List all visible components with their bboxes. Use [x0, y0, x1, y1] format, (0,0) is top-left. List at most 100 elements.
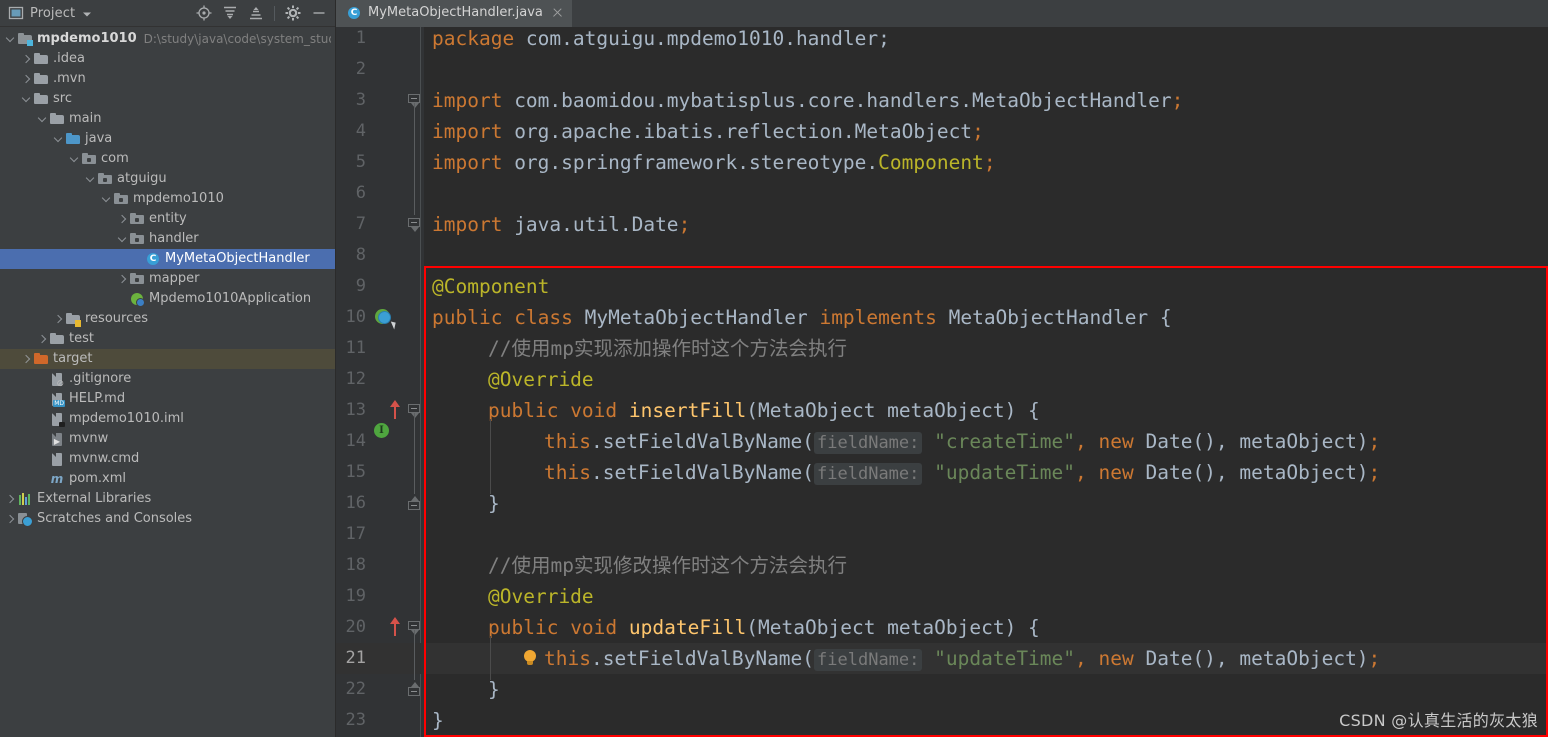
intention-bulb-icon[interactable]: [522, 650, 538, 668]
tree-item-mpdemo1010application[interactable]: Mpdemo1010Application: [0, 289, 335, 309]
tree-item-target[interactable]: target: [0, 349, 335, 369]
code-token: com.atguigu.mpdemo1010.handler;: [525, 27, 890, 50]
project-folder-icon: [17, 31, 33, 47]
tree-item-resources[interactable]: resources: [0, 309, 335, 329]
chevron-down-icon[interactable]: [84, 173, 97, 186]
code-line-23[interactable]: }: [432, 705, 444, 736]
tree-item-help-md[interactable]: MD HELP.md: [0, 389, 335, 409]
chevron-right-icon[interactable]: [36, 333, 49, 346]
tree-item-label: resources: [85, 311, 149, 326]
tree-item-entity[interactable]: entity: [0, 209, 335, 229]
tree-item-mvnw[interactable]: ▶ mvnw: [0, 429, 335, 449]
tree-item-mvnw-cmd[interactable]: mvnw.cmd: [0, 449, 335, 469]
package-icon: [113, 191, 129, 207]
chevron-right-icon[interactable]: [116, 273, 129, 286]
chevron-down-icon[interactable]: [4, 33, 17, 46]
override-method-icon[interactable]: I: [374, 422, 392, 440]
tree-item-main[interactable]: main: [0, 109, 335, 129]
implemented-method-icon[interactable]: [374, 308, 396, 330]
tree-item-atguigu[interactable]: atguigu: [0, 169, 335, 189]
minimize-icon[interactable]: [311, 5, 327, 21]
tree-item-mymetaobjecthandler[interactable]: C MyMetaObjectHandler: [0, 249, 335, 269]
project-tree[interactable]: mpdemo1010 D:\study\java\code\system_stud…: [0, 27, 335, 737]
expand-all-icon[interactable]: [222, 5, 238, 21]
tree-item-label: .gitignore: [69, 371, 132, 386]
line-number-1: 1: [355, 28, 366, 48]
locate-target-icon[interactable]: [196, 5, 212, 21]
tree-item-mpdemo1010-iml[interactable]: mpdemo1010.iml: [0, 409, 335, 429]
chevron-right-icon[interactable]: [52, 313, 65, 326]
tree-item-scratches-and-consoles[interactable]: Scratches and Consoles: [0, 509, 335, 529]
code-token: Component: [878, 151, 984, 174]
tree-item-handler[interactable]: handler: [0, 229, 335, 249]
tree-item-java[interactable]: java: [0, 129, 335, 149]
code-line-20[interactable]: public void updateFill(MetaObject metaOb…: [488, 612, 1040, 643]
code-line-15[interactable]: this.setFieldValByName(fieldName: "updat…: [544, 457, 1380, 488]
code-token: public: [488, 616, 571, 639]
code-fold-marker[interactable]: [408, 496, 421, 514]
tree-item-label: pom.xml: [69, 471, 126, 486]
close-icon[interactable]: [551, 6, 564, 19]
code-line-4[interactable]: import org.apache.ibatis.reflection.Meta…: [432, 116, 984, 147]
tree-no-arrow: [36, 393, 49, 406]
tree-item-mpdemo1010[interactable]: mpdemo1010: [0, 189, 335, 209]
code-line-11[interactable]: //使用mp实现添加操作时这个方法会执行: [488, 333, 847, 364]
code-line-13[interactable]: public void insertFill(MetaObject metaOb…: [488, 395, 1040, 426]
code-line-9[interactable]: @Component: [432, 271, 549, 302]
chevron-down-icon[interactable]: [100, 193, 113, 206]
code-token: MyMetaObjectHandler: [584, 306, 820, 329]
chevron-down-icon[interactable]: [20, 93, 33, 106]
chevron-right-icon[interactable]: [20, 73, 33, 86]
tree-item-mpdemo1010[interactable]: mpdemo1010 D:\study\java\code\system_stud…: [0, 29, 335, 49]
chevron-right-icon[interactable]: [20, 53, 33, 66]
project-view-icon: [8, 5, 24, 21]
editor-gutter[interactable]: 12345678910111213I14151617181920I212223: [336, 27, 424, 737]
external-libraries-icon: [17, 491, 33, 507]
code-line-19[interactable]: @Override: [488, 581, 594, 612]
tree-item-gitignore[interactable]: ⊘ .gitignore: [0, 369, 335, 389]
tree-item-src[interactable]: src: [0, 89, 335, 109]
tree-item-mapper[interactable]: mapper: [0, 269, 335, 289]
code-line-10[interactable]: public class MyMetaObjectHandler impleme…: [432, 302, 1172, 333]
tree-item-external-libraries[interactable]: External Libraries: [0, 489, 335, 509]
line-number-10: 10: [345, 307, 366, 327]
chevron-down-icon[interactable]: [116, 233, 129, 246]
line-number-23: 23: [345, 710, 366, 730]
package-icon: [97, 171, 113, 187]
chevron-down-icon[interactable]: [68, 153, 81, 166]
chevron-down-icon[interactable]: [81, 5, 93, 21]
code-fold-marker[interactable]: [408, 218, 421, 232]
code-line-14[interactable]: this.setFieldValByName(fieldName: "creat…: [544, 426, 1380, 457]
code-token: (MetaObject metaObject) {: [746, 399, 1040, 422]
code-line-3[interactable]: import com.baomidou.mybatisplus.core.han…: [432, 85, 1183, 116]
code-line-7[interactable]: import java.util.Date;: [432, 209, 690, 240]
editor-tab-mymetaobjecthandler[interactable]: C MyMetaObjectHandler.java: [336, 0, 572, 27]
chevron-down-icon[interactable]: [52, 133, 65, 146]
code-token: implements: [819, 306, 949, 329]
chevron-right-icon[interactable]: [4, 493, 17, 506]
code-token: "updateTime": [934, 461, 1076, 484]
code-line-18[interactable]: //使用mp实现修改操作时这个方法会执行: [488, 550, 847, 581]
code-content[interactable]: package com.atguigu.mpdemo1010.handler; i…: [424, 27, 1548, 737]
chevron-right-icon[interactable]: [116, 213, 129, 226]
chevron-right-icon[interactable]: [4, 513, 17, 526]
editor-area: C MyMetaObjectHandler.java 1 2 3 4 5 6 7 8 9 10 11…: [336, 0, 1548, 737]
code-line-1[interactable]: package com.atguigu.mpdemo1010.handler;: [432, 27, 890, 54]
parameter-hint: fieldName:: [814, 432, 923, 454]
code-fold-marker[interactable]: [408, 682, 421, 700]
tree-item-test[interactable]: test: [0, 329, 335, 349]
tree-item-com[interactable]: com: [0, 149, 335, 169]
chevron-right-icon[interactable]: [20, 353, 33, 366]
chevron-down-icon[interactable]: [36, 113, 49, 126]
collapse-all-icon[interactable]: [248, 5, 264, 21]
tree-item-pom-xml[interactable]: m pom.xml: [0, 469, 335, 489]
tree-no-arrow: [36, 433, 49, 446]
tree-item-label: mpdemo1010: [133, 191, 224, 206]
code-line-12[interactable]: @Override: [488, 364, 594, 395]
code-line-21[interactable]: this.setFieldValByName(fieldName: "updat…: [544, 643, 1380, 674]
code-editor[interactable]: 12345678910111213I14151617181920I212223 …: [336, 27, 1548, 737]
settings-gear-icon[interactable]: [285, 5, 301, 21]
tree-item-mvn[interactable]: .mvn: [0, 69, 335, 89]
code-line-5[interactable]: import org.springframework.stereotype.Co…: [432, 147, 996, 178]
tree-item-idea[interactable]: .idea: [0, 49, 335, 69]
